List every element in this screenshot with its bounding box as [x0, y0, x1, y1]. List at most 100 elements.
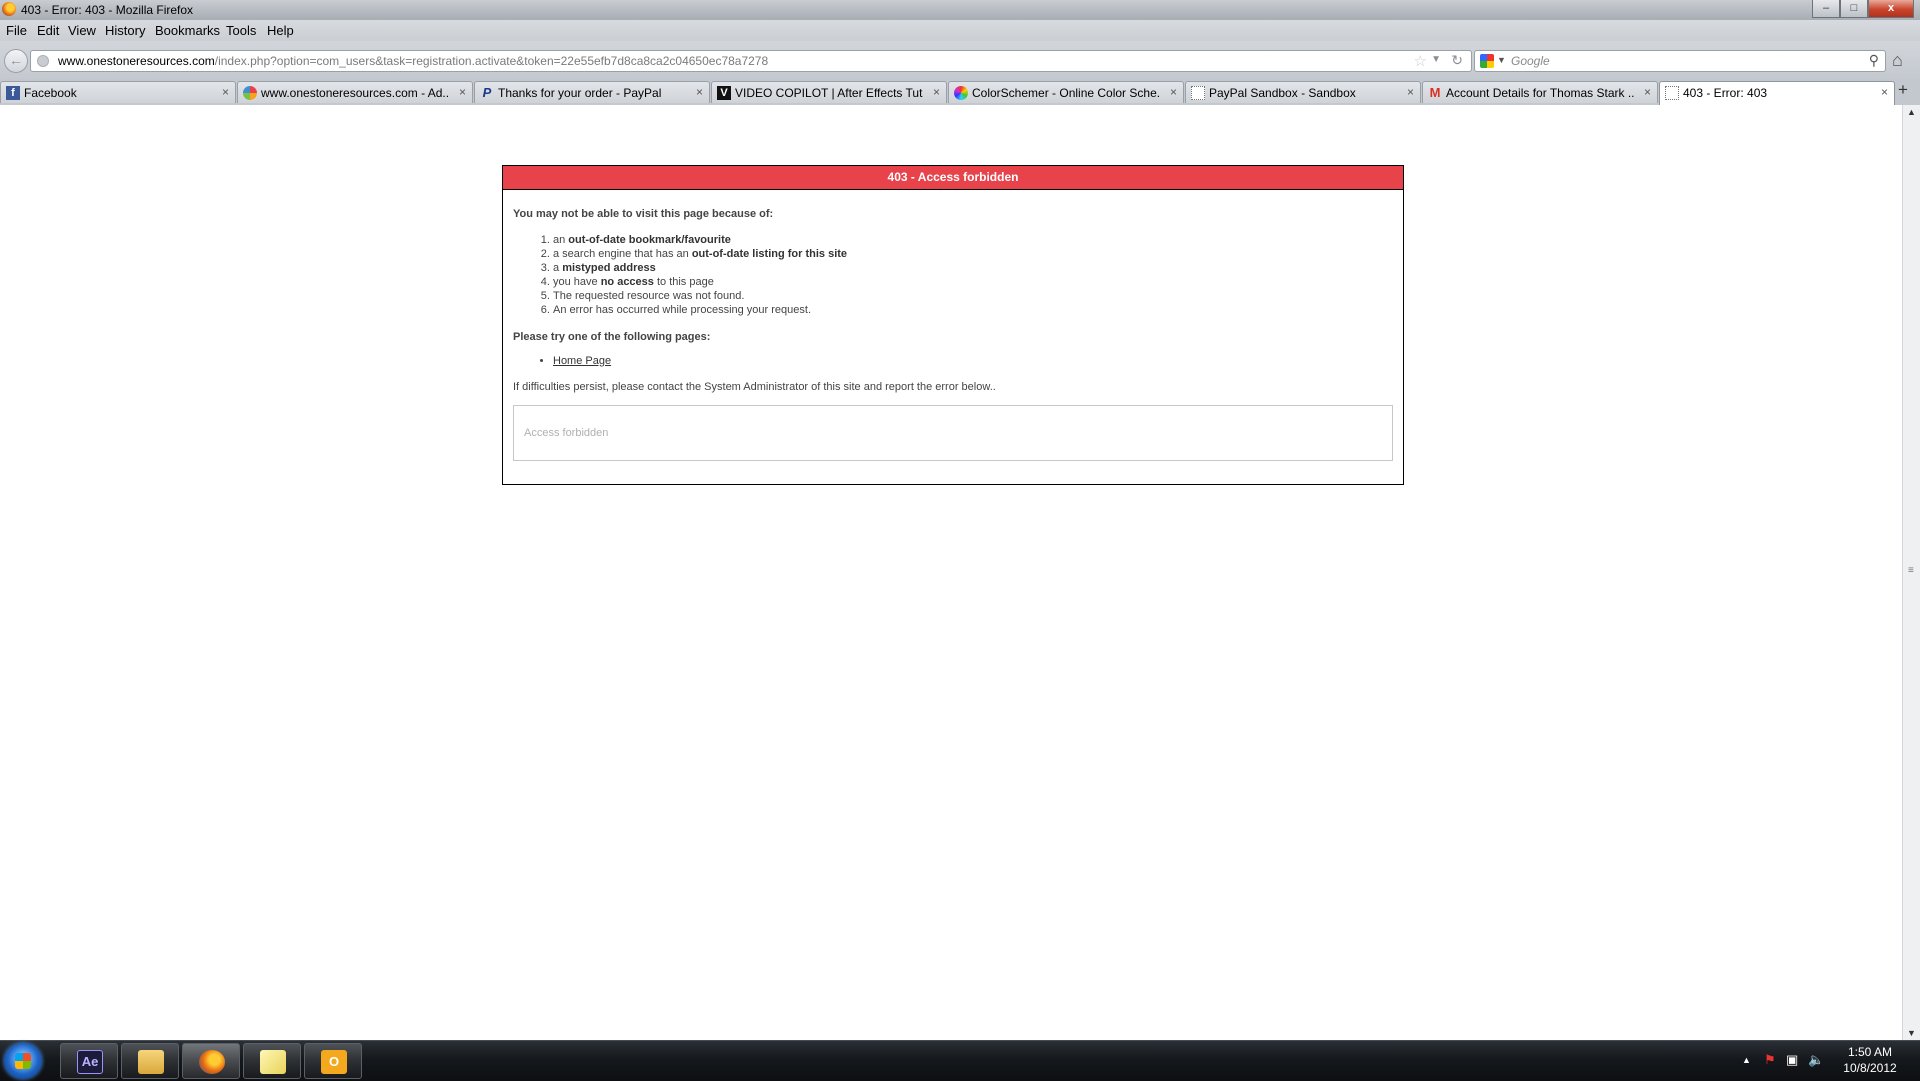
- tab-onestone-admin[interactable]: www.onestoneresources.com - Ad... ×: [237, 81, 473, 103]
- back-arrow-icon[interactable]: ←: [4, 49, 28, 73]
- tab-close-icon[interactable]: ×: [1170, 85, 1177, 99]
- colorwheel-icon: [954, 86, 968, 100]
- new-tab-button[interactable]: +: [1898, 80, 1908, 100]
- scroll-up-arrow-icon[interactable]: ▲: [1907, 107, 1916, 117]
- bookmark-star-icon[interactable]: ☆: [1414, 52, 1427, 70]
- vertical-scrollbar[interactable]: ▲ ≡ ▼: [1902, 105, 1920, 1040]
- search-placeholder: Google: [1511, 54, 1550, 68]
- menu-edit[interactable]: Edit: [37, 23, 59, 38]
- reason-item: The requested resource was not found.: [553, 289, 1393, 303]
- home-icon[interactable]: ⌂: [1892, 50, 1903, 71]
- site-identity-icon[interactable]: [37, 55, 49, 67]
- error-header: 403 - Access forbidden: [503, 166, 1403, 190]
- error-reasons-list: an out-of-date bookmark/favourite a sear…: [513, 233, 1393, 317]
- navigation-toolbar: ← www.onestoneresources.com/index.php?op…: [0, 41, 1920, 79]
- menu-file[interactable]: File: [6, 23, 27, 38]
- history-dropdown-icon[interactable]: ▼: [1431, 54, 1441, 65]
- tab-label: www.onestoneresources.com - Ad...: [261, 86, 449, 100]
- network-icon[interactable]: ▣: [1786, 1052, 1798, 1068]
- url-bar[interactable]: www.onestoneresources.com/index.php?opti…: [30, 50, 1472, 72]
- menu-help[interactable]: Help: [267, 23, 294, 38]
- firefox-icon: [199, 1050, 225, 1074]
- taskbar-sticky-notes[interactable]: [243, 1043, 301, 1079]
- firefox-icon[interactable]: [2, 2, 16, 16]
- after-effects-icon: Ae: [77, 1050, 103, 1074]
- tab-close-icon[interactable]: ×: [459, 85, 466, 99]
- maximize-button[interactable]: □: [1840, 0, 1868, 18]
- gmail-icon: M: [1429, 85, 1441, 100]
- paypal-icon: P: [482, 85, 492, 100]
- scroll-grip-icon[interactable]: ≡: [1908, 565, 1914, 576]
- taskbar: Ae O ▲ ⚑ ▣ 🔈 1:50 AM 10/8/2012: [0, 1040, 1920, 1081]
- tab-label: Facebook: [24, 86, 77, 100]
- tab-strip: f Facebook × www.onestoneresources.com -…: [0, 79, 1920, 106]
- tab-error-403[interactable]: 403 - Error: 403 ×: [1659, 81, 1895, 105]
- clock-time: 1:50 AM: [1847, 1045, 1893, 1059]
- page-content: 403 - Access forbidden You may not be ab…: [0, 105, 1902, 1040]
- reload-icon[interactable]: ↻: [1451, 52, 1463, 69]
- error-body: You may not be able to visit this page b…: [503, 190, 1403, 393]
- reason-item: an out-of-date bookmark/favourite: [553, 233, 1393, 247]
- error-box: 403 - Access forbidden You may not be ab…: [502, 165, 1404, 485]
- tab-colorschemer[interactable]: ColorSchemer - Online Color Sche... ×: [948, 81, 1184, 103]
- search-bar[interactable]: ▼ Google ⚲: [1474, 50, 1886, 72]
- menu-tools[interactable]: Tools: [226, 23, 256, 38]
- taskbar-outlook[interactable]: O: [304, 1043, 362, 1079]
- menu-view[interactable]: View: [68, 23, 96, 38]
- facebook-icon: f: [6, 86, 20, 100]
- tab-close-icon[interactable]: ×: [1407, 85, 1414, 99]
- tab-video-copilot[interactable]: V VIDEO COPILOT | After Effects Tut... ×: [711, 81, 947, 103]
- windows-logo-icon: [15, 1053, 31, 1069]
- clock-date: 10/8/2012: [1843, 1061, 1897, 1075]
- list-item: Home Page: [553, 355, 1393, 367]
- try-pages-lead: Please try one of the following pages:: [513, 331, 711, 343]
- joomla-icon: [243, 86, 257, 100]
- taskbar-explorer[interactable]: [121, 1043, 179, 1079]
- search-icon[interactable]: ⚲: [1869, 52, 1879, 69]
- blank-page-icon: [1665, 86, 1679, 100]
- tab-label: 403 - Error: 403: [1683, 86, 1768, 100]
- volume-icon[interactable]: 🔈: [1808, 1052, 1824, 1068]
- tab-close-icon[interactable]: ×: [222, 85, 229, 99]
- taskbar-firefox[interactable]: [182, 1043, 240, 1079]
- suggested-pages-list: Home Page: [513, 355, 1393, 367]
- home-page-link[interactable]: Home Page: [553, 355, 611, 367]
- menu-history[interactable]: History: [105, 23, 145, 38]
- clock[interactable]: 1:50 AM 10/8/2012: [1830, 1044, 1910, 1076]
- minimize-button[interactable]: –: [1812, 0, 1840, 18]
- folder-icon: [138, 1050, 164, 1074]
- reason-item: you have no access to this page: [553, 275, 1393, 289]
- tab-label: Thanks for your order - PayPal: [498, 86, 662, 100]
- tab-close-icon[interactable]: ×: [933, 85, 940, 99]
- error-lead: You may not be able to visit this page b…: [513, 208, 774, 220]
- tab-paypal-order[interactable]: P Thanks for your order - PayPal ×: [474, 81, 710, 103]
- close-button[interactable]: x: [1868, 0, 1914, 18]
- url-domain: www.onestoneresources.com: [58, 54, 215, 68]
- error-message: Access forbidden: [524, 427, 609, 439]
- taskbar-after-effects[interactable]: Ae: [60, 1043, 118, 1079]
- tab-close-icon[interactable]: ×: [696, 85, 703, 99]
- tab-close-icon[interactable]: ×: [1644, 85, 1651, 99]
- tab-close-icon[interactable]: ×: [1881, 85, 1888, 99]
- url-path: /index.php?option=com_users&task=registr…: [214, 54, 769, 68]
- window-controls: – □ x: [1812, 0, 1914, 18]
- tab-label: Account Details for Thomas Stark ...: [1446, 86, 1634, 100]
- url-text[interactable]: www.onestoneresources.com/index.php?opti…: [58, 54, 768, 68]
- tab-gmail-account[interactable]: M Account Details for Thomas Stark ... ×: [1422, 81, 1658, 103]
- blank-page-icon: [1191, 86, 1205, 100]
- tab-facebook[interactable]: f Facebook ×: [0, 81, 236, 103]
- menu-bookmarks[interactable]: Bookmarks: [155, 23, 220, 38]
- menu-bar: File Edit View History Bookmarks Tools H…: [0, 20, 1920, 41]
- tab-label: VIDEO COPILOT | After Effects Tut...: [735, 86, 923, 100]
- google-icon[interactable]: [1480, 54, 1494, 68]
- window-title: 403 - Error: 403 - Mozilla Firefox: [21, 3, 194, 17]
- show-hidden-icons-arrow-icon[interactable]: ▲: [1742, 1055, 1751, 1065]
- scroll-down-arrow-icon[interactable]: ▼: [1907, 1028, 1916, 1038]
- reason-item: a mistyped address: [553, 261, 1393, 275]
- start-button[interactable]: [4, 1043, 42, 1079]
- sticky-notes-icon: [260, 1050, 286, 1074]
- search-engine-dropdown-icon[interactable]: ▼: [1497, 55, 1506, 65]
- tab-paypal-sandbox[interactable]: PayPal Sandbox - Sandbox ×: [1185, 81, 1421, 103]
- tab-label: PayPal Sandbox - Sandbox: [1209, 86, 1356, 100]
- action-center-flag-icon[interactable]: ⚑: [1764, 1052, 1776, 1068]
